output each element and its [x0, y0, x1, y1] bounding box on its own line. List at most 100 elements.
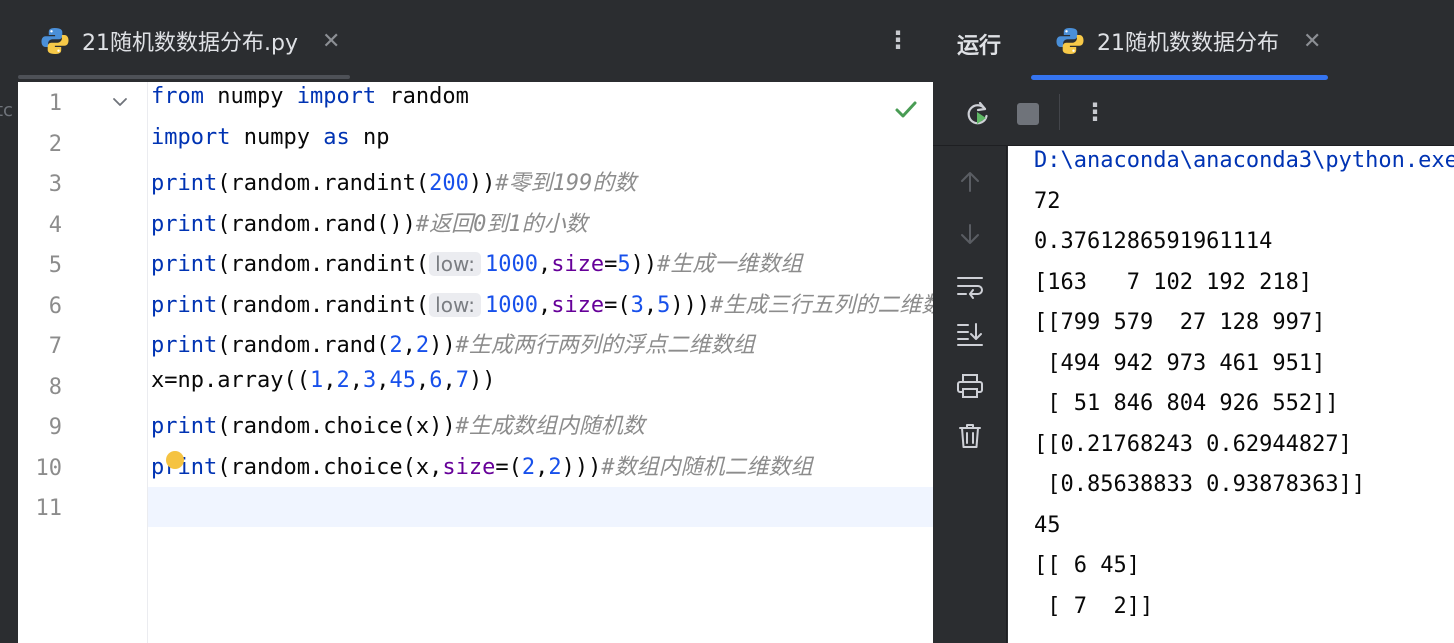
line-number: 7	[48, 334, 62, 359]
arrow-up-icon	[961, 172, 979, 192]
line-number: 6	[48, 293, 62, 319]
code-token: numpy	[230, 124, 324, 150]
code-line[interactable]: from numpy import random	[151, 84, 469, 124]
code-line[interactable]: print(random.rand(2,2))#生成两行两列的浮点二维数组	[151, 327, 755, 367]
code-token: from	[151, 84, 204, 109]
code-token: 7	[455, 367, 469, 393]
code-line[interactable]: print(random.randint(low: 1000,size=5))#生…	[151, 246, 802, 286]
run-panel-title: 运行	[957, 34, 1002, 59]
code-token: print	[151, 211, 218, 237]
code-token: #生成一维数组	[657, 252, 803, 277]
code-token: ))	[468, 171, 496, 196]
code-token: (random.rand(	[217, 333, 390, 358]
scroll-to-end-button[interactable]	[956, 320, 984, 348]
code-token: =	[604, 252, 618, 277]
scroll-up-button[interactable]	[956, 168, 984, 196]
code-token: 1000	[484, 252, 538, 277]
code-token: ,	[376, 367, 390, 393]
soft-wrap-button[interactable]	[956, 272, 984, 300]
print-button[interactable]	[956, 372, 984, 400]
code-token: (random.choice(x))	[217, 414, 456, 439]
run-config-tab[interactable]: 21随机数数据分布 ✕	[1031, 0, 1328, 82]
rerun-button[interactable]	[962, 98, 994, 130]
line-number: 11	[35, 496, 63, 521]
close-icon[interactable]: ✕	[1303, 29, 1321, 54]
stop-button[interactable]	[1012, 98, 1044, 130]
code-token: (random.randint(	[217, 171, 430, 196]
editor-tab-title: 21随机数数据分布.py	[82, 31, 298, 56]
code-token: size	[551, 292, 605, 318]
code-token: ,	[415, 367, 430, 393]
clear-console-button[interactable]	[956, 422, 984, 450]
intention-bulb-icon[interactable]	[166, 451, 184, 469]
run-toolbar: ⋮	[933, 82, 1454, 146]
code-token: )))	[561, 454, 602, 480]
stop-icon	[1017, 103, 1039, 125]
code-token: #返回0到1的小数	[415, 211, 588, 237]
printer-icon	[957, 374, 983, 398]
code-token: 5	[657, 292, 671, 318]
console-output[interactable]: D:\anaconda\anaconda3\python.exe 72 0.3761…	[1008, 146, 1454, 643]
line-number: 4	[48, 212, 62, 238]
code-token: x=np.array((	[151, 367, 310, 393]
code-token: 3	[630, 292, 644, 318]
console-side-toolbar	[933, 146, 1007, 643]
code-token: 1000	[484, 292, 538, 318]
code-token: 2	[389, 333, 403, 358]
code-token: np	[349, 124, 390, 150]
code-token: import	[296, 84, 377, 109]
code-token: print	[151, 333, 218, 358]
code-editor[interactable]: from numpy import random import numpy as …	[148, 82, 933, 643]
line-number: 5	[48, 253, 62, 278]
line-number: 8	[48, 374, 62, 400]
code-token: 2	[336, 367, 350, 393]
code-token: =(	[495, 454, 522, 480]
fold-chevron-icon[interactable]	[110, 92, 130, 112]
console-output-line: 45	[1034, 512, 1061, 538]
more-options-icon[interactable]: ⋮	[886, 26, 910, 54]
code-token: )))	[670, 292, 711, 318]
scroll-down-button[interactable]	[956, 220, 984, 248]
console-output-line: 0.3761286591961114	[1034, 229, 1273, 254]
editor-tab-active[interactable]: 21随机数数据分布.py ✕	[18, 0, 350, 82]
code-token: #数组内随机二维数组	[601, 454, 813, 480]
python-file-icon	[41, 28, 69, 54]
code-line[interactable]: print(random.choice(x))#生成数组内随机数	[151, 408, 645, 448]
no-problems-check-icon[interactable]	[893, 96, 919, 122]
code-line[interactable]: print(random.randint(low: 1000,size=(3,5)…	[151, 287, 933, 327]
soft-wrap-icon	[957, 277, 983, 299]
line-number: 9	[48, 415, 62, 440]
code-token: print	[151, 414, 218, 439]
code-line[interactable]: import numpy as np	[151, 125, 389, 165]
code-token: random	[376, 84, 469, 109]
code-line[interactable]: x=np.array((1,2,3,45,6,7))	[151, 368, 495, 408]
code-token: 1	[309, 367, 324, 393]
code-line[interactable]: print(random.randint(200))#零到199的数	[151, 165, 636, 205]
code-token: numpy	[203, 84, 297, 109]
code-token: #生成两行两列的浮点二维数组	[455, 333, 755, 358]
code-line[interactable]: print(random.rand())#返回0到1的小数	[151, 206, 588, 246]
line-number: 1	[48, 91, 62, 116]
code-token: ,	[537, 252, 552, 277]
code-token: (random.choice(x,	[217, 454, 443, 480]
code-token: 2	[521, 454, 536, 480]
arrow-down-icon	[961, 224, 979, 244]
rerun-icon	[967, 101, 988, 125]
code-token: #零到199的数	[495, 171, 637, 196]
code-token: 2	[415, 333, 430, 358]
hidden-panel-text: tc	[0, 100, 13, 121]
code-token: #生成数组内随机数	[455, 414, 645, 439]
console-output-line: [ 51 846 804 926 552]]	[1034, 391, 1339, 416]
console-command-line: D:\anaconda\anaconda3\python.exe	[1034, 148, 1454, 173]
trash-icon	[959, 424, 981, 448]
code-line[interactable]: print(random.choice(x,size=(2,2)))#数组内随机…	[151, 449, 813, 489]
code-token: (random.rand())	[217, 211, 416, 237]
console-output-line: [494 942 973 461 951]	[1034, 350, 1326, 376]
toolbar-separator	[1059, 94, 1060, 130]
python-run-icon	[1056, 28, 1084, 54]
code-token: ,	[537, 292, 552, 318]
code-token: print	[151, 252, 218, 277]
code-token: 45	[389, 367, 416, 393]
close-icon[interactable]: ✕	[322, 29, 340, 54]
more-options-icon[interactable]: ⋮	[1083, 98, 1107, 126]
